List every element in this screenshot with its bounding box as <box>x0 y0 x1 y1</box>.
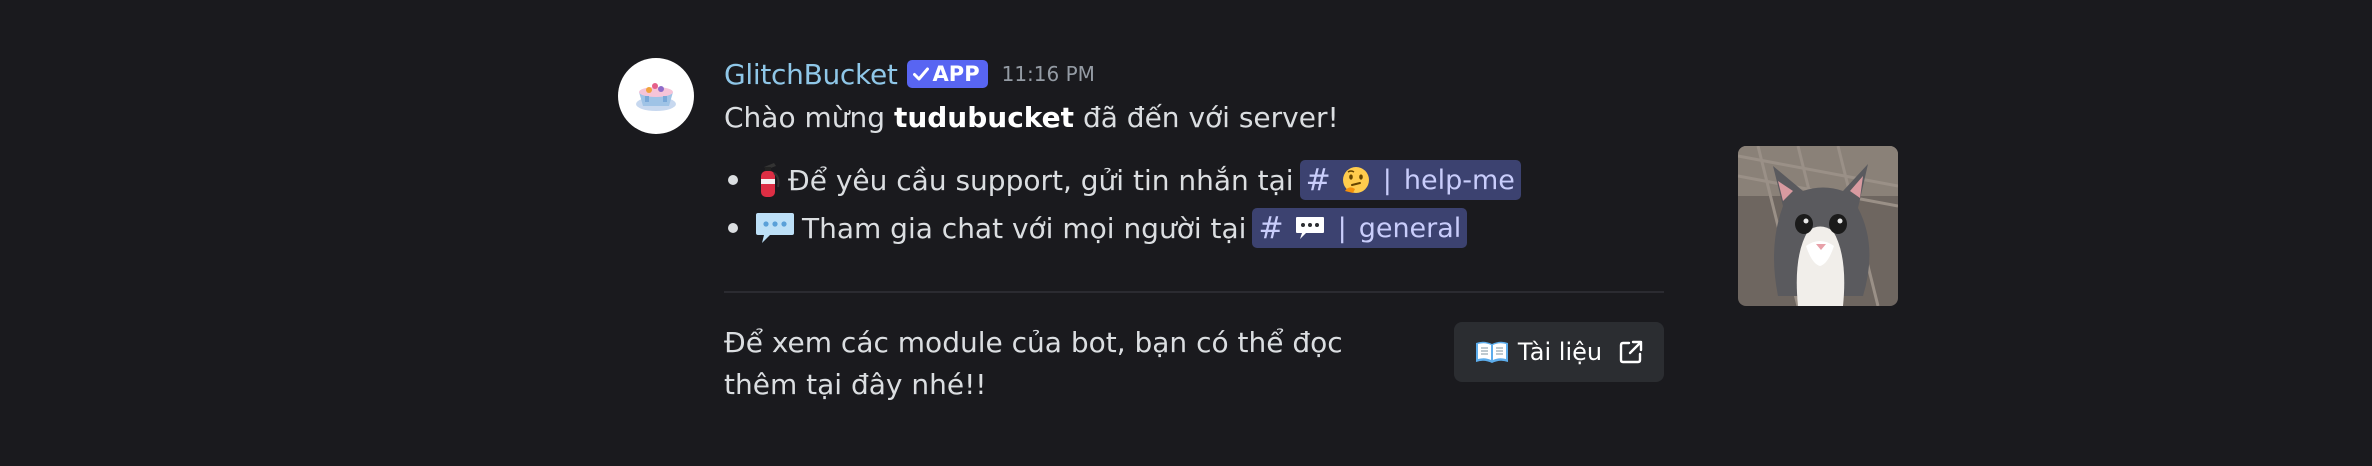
app-badge-label: APP <box>932 62 980 86</box>
message-body: GlitchBucket APP 11:16 PM Chào mừng tudu… <box>724 52 1898 306</box>
channel-mention-general[interactable]: # | general <box>1252 208 1468 248</box>
speech-balloon-icon <box>1294 214 1326 242</box>
welcome-suffix: đã đến với server! <box>1074 101 1339 134</box>
author-name[interactable]: GlitchBucket <box>724 58 898 91</box>
bucket-logo-icon <box>636 83 676 111</box>
welcome-line: Chào mừng tudubucket đã đến với server! <box>724 100 1504 136</box>
channel-hash-icon: # <box>1258 210 1284 246</box>
open-book-icon <box>1474 339 1510 365</box>
cat-thumbnail[interactable] <box>1738 146 1898 306</box>
docs-link-button[interactable]: Tài liệu <box>1454 322 1664 382</box>
fire-extinguisher-icon <box>754 161 782 199</box>
channel-hash-icon: # <box>1305 162 1331 198</box>
embed-content: Chào mừng tudubucket đã đến với server! <box>724 100 1898 306</box>
message-header: GlitchBucket APP 11:16 PM <box>724 52 1664 96</box>
message-timestamp[interactable]: 11:16 PM <box>1002 62 1095 86</box>
footer-text: Để xem các module của bot, bạn có thể đọ… <box>724 326 1343 401</box>
embed-divider <box>724 291 1664 293</box>
thinking-face-icon <box>1341 165 1371 195</box>
list-item: Để yêu cầu support, gửi tin nhắn tại # |… <box>724 156 1521 204</box>
docs-button-label: Tài liệu <box>1517 338 1603 366</box>
welcome-prefix: Chào mừng <box>724 101 894 134</box>
welcome-username: tudubucket <box>893 101 1075 134</box>
support-text: Để yêu cầu support, gửi tin nhắn tại <box>788 163 1294 197</box>
bullet-dot <box>728 175 738 185</box>
checkmark-icon <box>912 67 929 81</box>
app-badge: APP <box>906 60 988 88</box>
cat-photo-icon <box>1738 146 1898 306</box>
channel-name-general: general <box>1358 212 1462 244</box>
bot-avatar[interactable] <box>618 58 694 134</box>
channel-separator: | <box>1337 212 1347 244</box>
chat-text: Tham gia chat với mọi người tại <box>802 211 1247 245</box>
channel-mention-help-me[interactable]: # | help-me <box>1299 160 1521 200</box>
channel-separator: | <box>1382 164 1392 196</box>
bullet-dot <box>728 223 738 233</box>
speech-balloon-icon <box>754 209 796 247</box>
channel-name-help-me: help-me <box>1403 164 1515 196</box>
info-list: Để yêu cầu support, gửi tin nhắn tại # |… <box>724 156 1521 252</box>
list-item: Tham gia chat với mọi người tại # | gene… <box>724 204 1504 252</box>
external-link-icon <box>1618 339 1644 365</box>
